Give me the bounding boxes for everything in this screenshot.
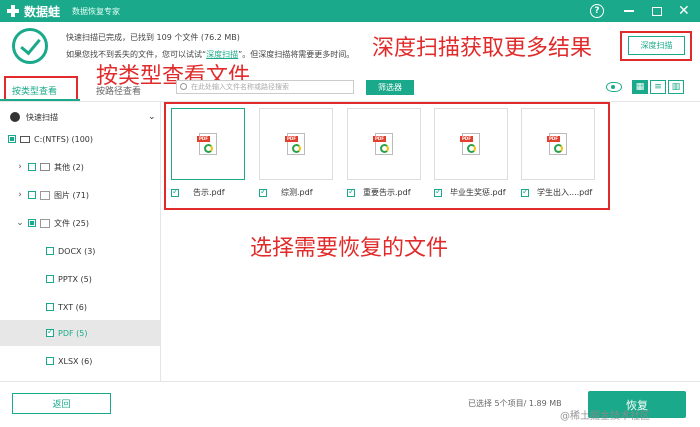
scan-status-text: 快速扫描已完成，已找到 109 个文件 (76.2 MB) <box>66 33 240 42</box>
scan-complete-check-icon <box>12 28 48 64</box>
tree-checkbox[interactable] <box>46 357 54 365</box>
tree-checkbox[interactable] <box>46 275 54 283</box>
file-card[interactable]: PDF <box>434 108 508 180</box>
help-icon[interactable]: ? <box>590 4 604 18</box>
tree-item-pdf[interactable]: PDF (5) <box>0 320 160 346</box>
chevron-down-icon[interactable]: ⌄ <box>148 112 156 122</box>
file-name: 重要告示.pdf <box>363 188 411 197</box>
chevron-right-icon[interactable]: › <box>16 162 24 172</box>
pdf-tag: PDF <box>460 136 473 142</box>
close-button[interactable]: ✕ <box>678 0 690 22</box>
pdf-tag: PDF <box>547 136 560 142</box>
tab-by-type[interactable]: 按类型查看 <box>12 84 57 97</box>
file-card[interactable]: PDF <box>347 108 421 180</box>
tree-item-images[interactable]: › 图片 (71) <box>0 182 160 208</box>
pdf-file-icon: PDF <box>285 133 305 155</box>
pdf-file-icon: PDF <box>197 133 217 155</box>
chevron-down-icon[interactable]: ⌄ <box>16 218 24 228</box>
maximize-icon <box>652 6 662 16</box>
view-list-button[interactable]: ≡ <box>650 80 666 94</box>
footer-divider <box>0 381 700 382</box>
file-checkbox[interactable] <box>171 187 179 197</box>
tree-item-label: XLSX (6) <box>58 356 93 366</box>
file-name: 学生出入....pdf <box>537 188 593 197</box>
watermark: @稀土掘金技术社区 <box>560 411 650 422</box>
tree-checkbox[interactable] <box>28 219 36 227</box>
view-detail-button[interactable]: ▥ <box>668 80 684 94</box>
tree-checkbox[interactable] <box>46 327 54 337</box>
tree-checkbox[interactable] <box>8 135 16 143</box>
file-checkbox[interactable] <box>434 187 442 197</box>
file-name: 告示.pdf <box>193 188 225 197</box>
chevron-right-icon[interactable]: › <box>16 190 24 200</box>
file-item[interactable]: 学生出入....pdf <box>521 187 592 198</box>
tree-item-txt[interactable]: TXT (6) <box>0 294 160 320</box>
file-card[interactable]: PDF <box>259 108 333 180</box>
tree-item-label: 其他 (2) <box>54 162 84 172</box>
folder-icon <box>40 163 50 171</box>
tree-checkbox[interactable] <box>46 303 54 311</box>
minimize-button[interactable] <box>624 0 636 22</box>
tree-item-label: 文件 (25) <box>54 218 89 228</box>
tree-item-documents[interactable]: ⌄ 文件 (25) <box>0 210 160 236</box>
quick-scan-label: 快速扫描 <box>26 112 58 122</box>
file-item[interactable]: 告示.pdf <box>171 187 225 198</box>
tabs-divider <box>0 101 700 102</box>
pdf-tag: PDF <box>285 136 298 142</box>
file-name: 综测.pdf <box>281 188 313 197</box>
maximize-button[interactable] <box>652 0 662 22</box>
tree-item-label: TXT (6) <box>58 302 87 312</box>
tree-checkbox[interactable] <box>28 191 36 199</box>
app-logo: 数据蛙 <box>6 3 60 20</box>
image-icon <box>40 190 50 200</box>
tree-item-xlsx[interactable]: XLSX (6) <box>0 348 160 374</box>
app-name: 数据蛙 <box>24 4 61 19</box>
app-subtitle: 数据恢复专家 <box>72 6 121 16</box>
tree-divider <box>160 102 161 382</box>
filter-button[interactable]: 筛选器 <box>366 80 414 95</box>
annotation-select-files: 选择需要恢复的文件 <box>250 236 449 261</box>
file-name: 毕业生奖惩.pdf <box>450 188 506 197</box>
file-checkbox[interactable] <box>521 187 529 197</box>
tree-checkbox[interactable] <box>28 163 36 171</box>
tree-item-label: PDF (5) <box>58 328 88 338</box>
file-checkbox[interactable] <box>259 187 267 197</box>
annotation-deep-scan: 深度扫描获取更多结果 <box>372 36 593 61</box>
tree-item-other[interactable]: › 其他 (2) <box>0 154 160 180</box>
tab-by-path[interactable]: 按路径查看 <box>96 84 141 97</box>
pdf-file-icon: PDF <box>547 133 567 155</box>
file-card[interactable]: PDF <box>521 108 595 180</box>
search-input[interactable]: 在此处输入文件名称或路径搜索 <box>176 80 354 94</box>
file-card[interactable]: PDF <box>171 108 245 180</box>
view-grid-button[interactable]: ▦ <box>632 80 648 94</box>
file-checkbox[interactable] <box>347 187 355 197</box>
pdf-tag: PDF <box>373 136 386 142</box>
drive-icon <box>20 135 30 143</box>
tree-item-label: C:(NTFS) (100) <box>34 134 93 144</box>
preview-eye-icon[interactable] <box>606 82 622 92</box>
back-button[interactable]: 返回 <box>12 393 111 414</box>
tree-item-label: DOCX (3) <box>58 246 96 256</box>
tree-checkbox[interactable] <box>46 247 54 255</box>
logo-cross-icon <box>6 4 20 18</box>
file-item[interactable]: 毕业生奖惩.pdf <box>434 187 506 198</box>
pdf-tag: PDF <box>197 136 210 142</box>
search-icon <box>180 83 187 90</box>
document-icon <box>40 218 50 228</box>
annotation-box-deep-scan <box>620 31 692 61</box>
tree-item-pptx[interactable]: PPTX (5) <box>0 266 160 292</box>
hint-after: ”。但深度扫描将需要更多时间。 <box>238 50 355 59</box>
selection-summary: 已选择 5个项目/ 1.89 MB <box>468 399 562 408</box>
file-item[interactable]: 综测.pdf <box>259 187 313 198</box>
tree-item-drive-c[interactable]: C:(NTFS) (100) <box>0 126 160 152</box>
minimize-icon <box>624 10 634 12</box>
quick-scan-check-icon <box>10 112 20 122</box>
tree-item-docx[interactable]: DOCX (3) <box>0 238 160 264</box>
pdf-file-icon: PDF <box>373 133 393 155</box>
file-item[interactable]: 重要告示.pdf <box>347 187 411 198</box>
tree-item-label: PPTX (5) <box>58 274 92 284</box>
tree-item-label: 图片 (71) <box>54 190 89 200</box>
pdf-file-icon: PDF <box>460 133 480 155</box>
